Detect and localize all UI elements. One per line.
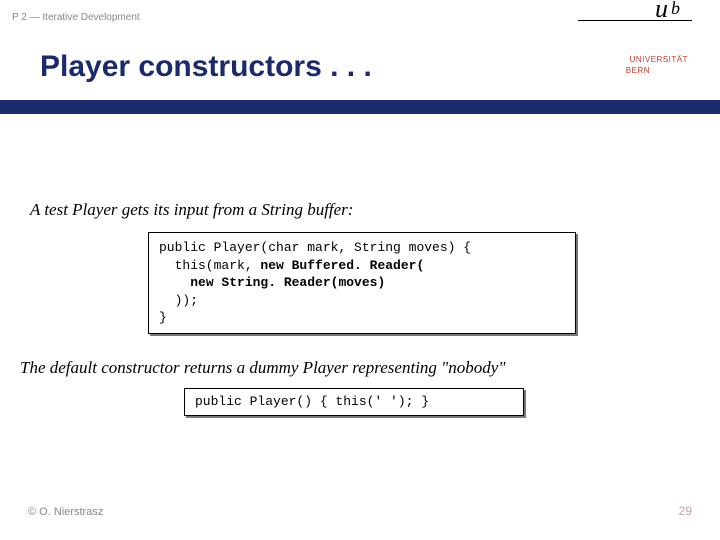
slide-title: Player constructors . . . [40, 50, 372, 84]
logo-b: b [671, 0, 680, 19]
code-line: public Player(char mark, String moves) { [159, 240, 471, 255]
code-bold: new Buffered. Reader( [260, 258, 424, 273]
code-box-1: public Player(char mark, String moves) {… [148, 232, 576, 334]
footer-copyright: © O. Nierstrasz [28, 506, 103, 518]
logo-rule [578, 20, 692, 21]
logo-bern-text: BERN [626, 66, 650, 75]
code-line: this(mark, [159, 258, 260, 273]
logo-u: u [655, 0, 668, 24]
logo-university-text: UNIVERSITÄT [630, 55, 688, 64]
intro-text-2: The default constructor returns a dummy … [20, 358, 710, 378]
code-line: } [159, 310, 167, 325]
code-snippet-1: public Player(char mark, String moves) {… [159, 239, 565, 327]
code-box-2: public Player() { this(' '); } [184, 388, 524, 416]
slide: P 2 — Iterative Development u b UNIVERSI… [0, 0, 720, 540]
code-line: )); [159, 293, 198, 308]
intro-text-1: A test Player gets its input from a Stri… [30, 200, 353, 220]
code-line [159, 275, 190, 290]
title-bar [0, 100, 720, 114]
code-bold: new String. Reader(moves) [190, 275, 385, 290]
university-logo: u b UNIVERSITÄT BERN [590, 0, 680, 90]
page-number: 29 [679, 504, 692, 518]
header-breadcrumb: P 2 — Iterative Development [12, 12, 140, 23]
code-snippet-2: public Player() { this(' '); } [195, 393, 513, 411]
